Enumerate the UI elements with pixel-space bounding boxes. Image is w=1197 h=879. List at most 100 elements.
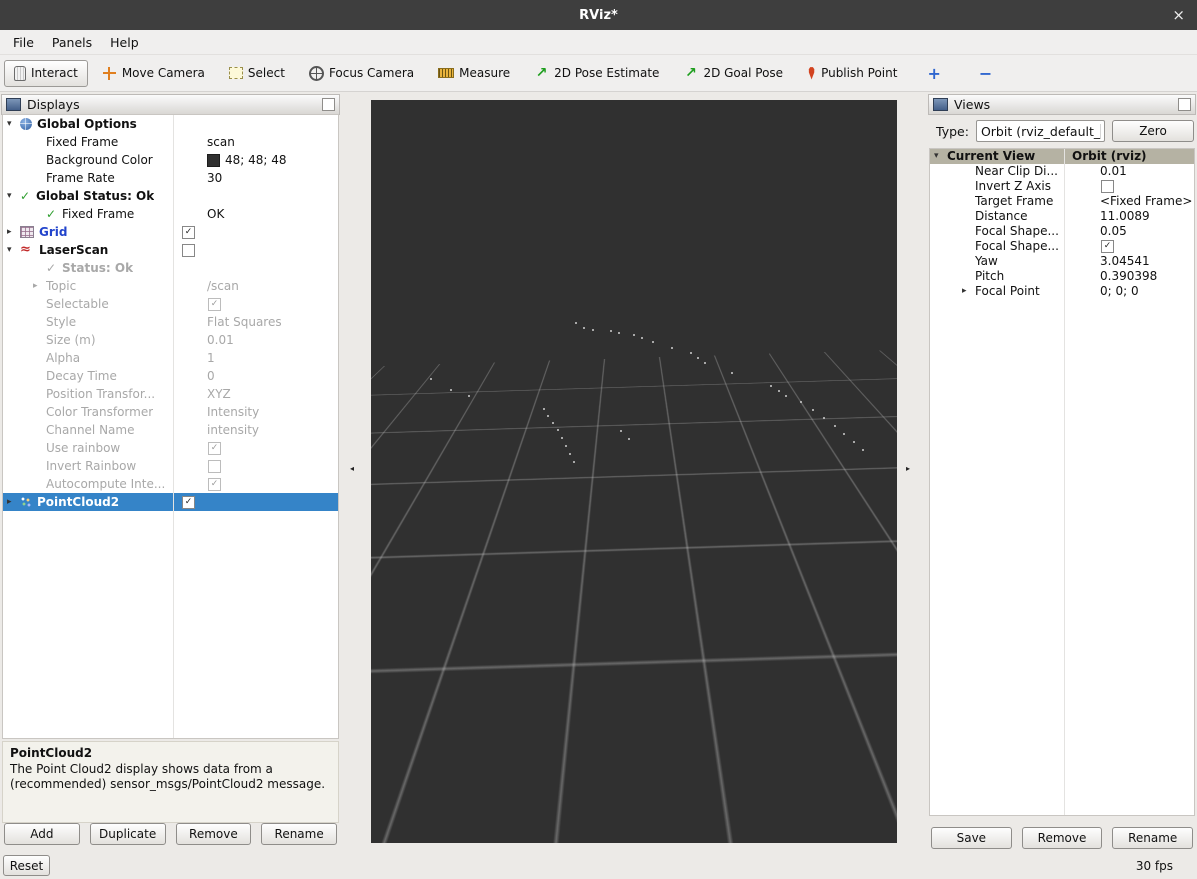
view-row-current-view[interactable]: ▾ Current View Orbit (rviz) xyxy=(930,149,1194,164)
value-topic[interactable]: /scan xyxy=(207,277,239,295)
reset-button[interactable]: Reset xyxy=(3,855,50,876)
display-row-topic[interactable]: ▸ Topic/scan xyxy=(3,277,338,295)
display-row-status-ok[interactable]: ✓ Status: Ok xyxy=(3,259,338,277)
expander-open-icon[interactable]: ▾ xyxy=(7,115,20,133)
value-frame-rate[interactable]: 30 xyxy=(207,169,222,187)
tool-2d-pose-estimate[interactable]: ↗ 2D Pose Estimate xyxy=(524,60,669,87)
expander-open-icon[interactable]: ▾ xyxy=(934,149,947,164)
views-remove-button[interactable]: Remove xyxy=(1021,827,1103,849)
value-distance[interactable]: 11.0089 xyxy=(1100,209,1150,224)
view-row-focal-shape[interactable]: Focal Shape... ✓ xyxy=(930,239,1194,254)
display-row-fixed-frame[interactable]: ✓ Fixed Frame OK xyxy=(3,205,338,223)
checkbox-invert-z-axis[interactable] xyxy=(1101,180,1114,193)
value-near-clip-di[interactable]: 0.01 xyxy=(1100,164,1127,179)
displays-duplicate-button[interactable]: Duplicate xyxy=(89,823,166,845)
value-focal-point[interactable]: 0; 0; 0 xyxy=(1100,284,1139,299)
value-target-frame[interactable]: <Fixed Frame> xyxy=(1100,194,1192,209)
value-current-view[interactable]: Orbit (rviz) xyxy=(1072,149,1147,164)
views-rename-button[interactable]: Rename xyxy=(1112,827,1194,849)
view-row-near-clip-di[interactable]: Near Clip Di... 0.01 xyxy=(930,164,1194,179)
display-row-decay-time[interactable]: Decay Time 0 xyxy=(3,367,338,385)
checkbox-laserscan[interactable] xyxy=(182,243,195,257)
view-row-pitch[interactable]: Pitch 0.390398 xyxy=(930,269,1194,284)
view-row-focal-shape[interactable]: Focal Shape... 0.05 xyxy=(930,224,1194,239)
color-swatch[interactable] xyxy=(207,153,220,167)
display-row-fixed-frame[interactable]: Fixed Frame scan xyxy=(3,133,338,151)
value-position-transfor[interactable]: XYZ xyxy=(207,385,231,403)
tool-move-camera[interactable]: Move Camera xyxy=(92,60,215,87)
display-row-selectable[interactable]: Selectable ✓ xyxy=(3,295,338,313)
checkbox-focal-shape[interactable]: ✓ xyxy=(1101,240,1114,253)
collapse-left-icon[interactable]: ◂ xyxy=(350,464,354,474)
view-row-distance[interactable]: Distance 11.0089 xyxy=(930,209,1194,224)
value-pitch[interactable]: 0.390398 xyxy=(1100,269,1157,284)
checkbox-selectable[interactable]: ✓ xyxy=(208,297,221,311)
menu-file[interactable]: File xyxy=(4,32,43,53)
display-row-global-options[interactable]: ▾ Global Options xyxy=(3,115,338,133)
display-row-style[interactable]: Style Flat Squares xyxy=(3,313,338,331)
menu-help[interactable]: Help xyxy=(101,32,148,53)
display-row-autocompute-inte[interactable]: Autocompute Inte... ✓ xyxy=(3,475,338,493)
display-row-frame-rate[interactable]: Frame Rate 30 xyxy=(3,169,338,187)
expander-open-icon[interactable]: ▾ xyxy=(7,187,20,205)
display-row-grid[interactable]: ▸ Grid ✓ xyxy=(3,223,338,241)
displays-rename-button[interactable]: Rename xyxy=(261,823,337,845)
value-yaw[interactable]: 3.04541 xyxy=(1100,254,1150,269)
displays-panel-header[interactable]: Displays xyxy=(1,94,340,115)
checkbox-invert-rainbow[interactable] xyxy=(208,459,221,473)
value-style[interactable]: Flat Squares xyxy=(207,313,282,331)
tool-publish-point[interactable]: Publish Point xyxy=(797,60,907,86)
collapse-right-icon[interactable]: ▸ xyxy=(906,464,910,474)
zero-button[interactable]: Zero xyxy=(1112,120,1194,142)
value-alpha[interactable]: 1 xyxy=(207,349,215,367)
display-row-size-m[interactable]: Size (m) 0.01 xyxy=(3,331,338,349)
expander-closed-icon[interactable]: ▸ xyxy=(962,284,975,299)
view-row-invert-z-axis[interactable]: Invert Z Axis xyxy=(930,179,1194,194)
menu-panels[interactable]: Panels xyxy=(43,32,101,53)
display-row-background-color[interactable]: Background Color 48; 48; 48 xyxy=(3,151,338,169)
float-panel-icon[interactable] xyxy=(322,98,335,111)
tool-focus-camera[interactable]: Focus Camera xyxy=(299,60,424,87)
display-row-alpha[interactable]: Alpha 1 xyxy=(3,349,338,367)
display-row-invert-rainbow[interactable]: Invert Rainbow xyxy=(3,457,338,475)
value-size-m[interactable]: 0.01 xyxy=(207,331,234,349)
display-row-pointcloud2[interactable]: ▸ PointCloud2 ✓ xyxy=(3,493,338,511)
tool-2d-goal-pose[interactable]: ↗ 2D Goal Pose xyxy=(673,60,793,87)
value-color-transformer[interactable]: Intensity xyxy=(207,403,259,421)
add-tool-button[interactable]: + xyxy=(919,64,948,83)
checkbox-autocompute-inte[interactable]: ✓ xyxy=(208,477,221,491)
display-row-position-transfor[interactable]: Position Transfor... XYZ xyxy=(3,385,338,403)
view-row-focal-point[interactable]: ▸ Focal Point 0; 0; 0 xyxy=(930,284,1194,299)
view-type-dropdown[interactable]: Orbit (rviz_default_ ▾ xyxy=(975,120,1105,142)
view-row-yaw[interactable]: Yaw 3.04541 xyxy=(930,254,1194,269)
float-panel-icon[interactable] xyxy=(1178,98,1191,111)
displays-remove-button[interactable]: Remove xyxy=(175,823,252,845)
views-panel-header[interactable]: Views xyxy=(928,94,1196,115)
expander-closed-icon[interactable]: ▸ xyxy=(7,223,20,241)
value-background-color[interactable]: 48; 48; 48 xyxy=(225,151,287,169)
view-row-target-frame[interactable]: Target Frame <Fixed Frame> xyxy=(930,194,1194,209)
close-icon[interactable]: × xyxy=(1172,6,1185,24)
value-fixed-frame[interactable]: OK xyxy=(207,205,224,223)
expander-closed-icon[interactable]: ▸ xyxy=(33,277,46,295)
value-channel-name[interactable]: intensity xyxy=(207,421,259,439)
display-row-use-rainbow[interactable]: Use rainbow ✓ xyxy=(3,439,338,457)
value-fixed-frame[interactable]: scan xyxy=(207,133,235,151)
expander-closed-icon[interactable]: ▸ xyxy=(7,493,20,511)
display-row-laserscan[interactable]: ▾ ≈ LaserScan xyxy=(3,241,338,259)
tool-measure[interactable]: Measure xyxy=(428,60,520,86)
display-row-global-status-ok[interactable]: ▾ ✓ Global Status: Ok xyxy=(3,187,338,205)
checkbox-use-rainbow[interactable]: ✓ xyxy=(208,441,221,455)
tool-select[interactable]: Select xyxy=(219,60,295,86)
value-focal-shape[interactable]: 0.05 xyxy=(1100,224,1127,239)
displays-add-button[interactable]: Add xyxy=(4,823,80,845)
display-row-color-transformer[interactable]: Color Transformer Intensity xyxy=(3,403,338,421)
checkbox-grid[interactable]: ✓ xyxy=(182,225,195,239)
expander-open-icon[interactable]: ▾ xyxy=(7,241,20,259)
tool-interact[interactable]: Interact xyxy=(4,59,88,87)
remove-tool-button[interactable]: − xyxy=(971,64,1000,83)
3d-viewport[interactable] xyxy=(371,100,897,843)
views-save-button[interactable]: Save xyxy=(931,827,1012,849)
checkbox-pointcloud2[interactable]: ✓ xyxy=(182,495,195,509)
value-decay-time[interactable]: 0 xyxy=(207,367,215,385)
